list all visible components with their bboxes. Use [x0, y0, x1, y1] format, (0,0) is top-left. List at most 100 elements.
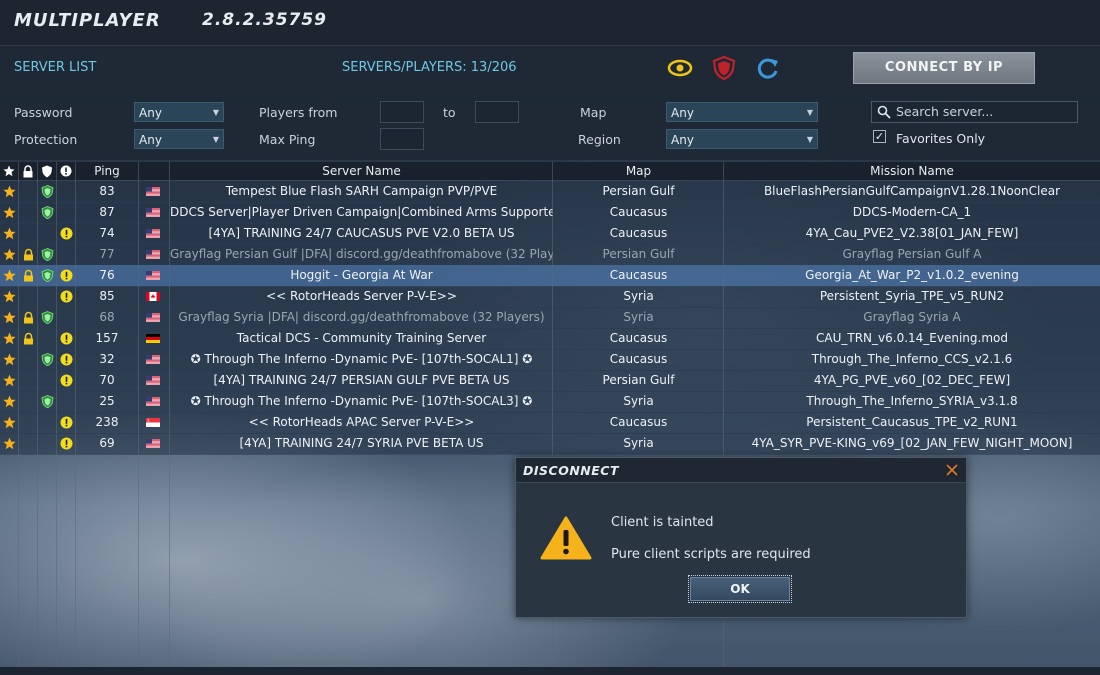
table-row-selected[interactable]: 76 Hoggit - Georgia At War Caucasus Georgia…: [0, 265, 1100, 287]
search-input[interactable]: Search server...: [871, 101, 1078, 123]
cell-mission: 4YA_PG_PVE_v60_[02_DEC_FEW]: [813, 373, 1011, 387]
favorites-only-checkbox[interactable]: ✓: [873, 130, 886, 143]
column-header-mission-name[interactable]: Mission Name: [724, 162, 1100, 180]
map-label: Map: [580, 105, 607, 120]
cell-ping: 77: [99, 247, 115, 261]
max-ping-input[interactable]: [380, 128, 424, 150]
favorite-star-icon[interactable]: [3, 185, 16, 198]
table-row[interactable]: 32 ✪ Through The Inferno -Dynamic PvE- [1…: [0, 349, 1100, 371]
flag-ca-icon: [146, 292, 160, 301]
bottom-bar: [0, 667, 1100, 675]
cell-name: << RotorHeads Server P-V-E>>: [266, 289, 457, 303]
cell-ping: 87: [99, 205, 115, 219]
column-divider: [37, 162, 38, 667]
column-divider: [18, 162, 19, 667]
cell-map: Syria: [623, 289, 654, 303]
app-title: MULTIPLAYER: [14, 10, 161, 31]
favorite-star-icon[interactable]: [3, 374, 16, 387]
eye-icon[interactable]: [667, 56, 693, 80]
star-icon[interactable]: [3, 165, 15, 177]
cell-name: ✪ Through The Inferno -Dynamic PvE- [107…: [190, 394, 533, 408]
search-icon: [877, 105, 891, 119]
shield-icon: [41, 395, 54, 408]
cell-map: Syria: [623, 310, 654, 324]
shield-icon: [41, 269, 54, 282]
shield-icon[interactable]: [41, 165, 53, 178]
cell-ping: 85: [99, 289, 115, 303]
players-from-input[interactable]: [380, 101, 424, 123]
favorite-star-icon[interactable]: [3, 416, 16, 429]
cell-map: Caucasus: [609, 331, 668, 345]
table-row[interactable]: 74 [4YA] TRAINING 24/7 CAUCASUS PVE V2.0 …: [0, 223, 1100, 245]
cell-mission: 4YA_Cau_PVE2_V2.38[01_JAN_FEW]: [805, 226, 1019, 240]
warning-icon: [60, 374, 73, 387]
dialog-message-line2: Pure client scripts are required: [611, 547, 811, 562]
favorite-star-icon[interactable]: [3, 353, 16, 366]
map-select[interactable]: Any ▼: [666, 102, 818, 122]
table-row[interactable]: 87 DDCS Server|Player Driven Campaign|Com…: [0, 202, 1100, 224]
password-select[interactable]: Any ▼: [134, 102, 224, 122]
region-select[interactable]: Any ▼: [666, 129, 818, 149]
table-row[interactable]: 70 [4YA] TRAINING 24/7 PERSIAN GULF PVE B…: [0, 370, 1100, 392]
players-to-input[interactable]: [475, 101, 519, 123]
table-row[interactable]: 83 Tempest Blue Flash SARH Campaign PVP/P…: [0, 181, 1100, 203]
table-row[interactable]: 77 Grayflag Persian Gulf |DFA| discord.gg…: [0, 244, 1100, 266]
dialog-title-bar: DISCONNECT: [516, 458, 966, 483]
cell-map: Persian Gulf: [602, 247, 675, 261]
close-icon[interactable]: [942, 460, 962, 480]
dropdown-arrow-icon: ▼: [212, 108, 219, 117]
dialog-title: DISCONNECT: [523, 463, 619, 478]
max-ping-label: Max Ping: [259, 132, 316, 147]
cell-mission: Through_The_Inferno_CCS_v2.1.6: [811, 352, 1013, 366]
cell-map: Syria: [623, 436, 654, 450]
ok-button[interactable]: OK: [688, 575, 792, 603]
cell-ping: 69: [99, 436, 115, 450]
cell-mission: Through_The_Inferno_SYRIA_v3.1.8: [806, 394, 1018, 408]
cell-name: << RotorHeads APAC Server P-V-E>>: [248, 415, 475, 429]
flag-us-icon: [146, 355, 160, 364]
favorite-star-icon[interactable]: [3, 332, 16, 345]
lock-icon[interactable]: [22, 165, 34, 178]
table-row[interactable]: 238 << RotorHeads APAC Server P-V-E>> Cauc…: [0, 412, 1100, 434]
table-row[interactable]: 25 ✪ Through The Inferno -Dynamic PvE- [1…: [0, 391, 1100, 413]
cell-name: Tactical DCS - Community Training Server: [236, 331, 487, 345]
table-row[interactable]: 85 << RotorHeads Server P-V-E>> Syria Persi…: [0, 286, 1100, 308]
password-label: Password: [14, 105, 73, 120]
cell-ping: 157: [95, 331, 119, 345]
cell-mission: BlueFlashPersianGulfCampaignV1.28.1NoonC…: [763, 184, 1061, 198]
column-header-map[interactable]: Map: [553, 162, 724, 180]
cell-name: [4YA] TRAINING 24/7 CAUCASUS PVE V2.0 BE…: [208, 226, 515, 240]
flag-de-icon: [146, 334, 160, 343]
favorite-star-icon[interactable]: [3, 269, 16, 282]
favorite-star-icon[interactable]: [3, 206, 16, 219]
protection-select[interactable]: Any ▼: [134, 129, 224, 149]
column-header-ping[interactable]: Ping: [76, 162, 138, 180]
favorite-star-icon[interactable]: [3, 311, 16, 324]
warning-icon[interactable]: [60, 165, 72, 177]
favorite-star-icon[interactable]: [3, 248, 16, 261]
protection-label: Protection: [14, 132, 78, 147]
title-bar: MULTIPLAYER 2.8.2.35759: [0, 0, 1100, 46]
shield-icon: [41, 248, 54, 261]
filter-panel: Password Any ▼ Protection Any ▼ Players fr…: [0, 90, 1100, 160]
warning-icon: [540, 516, 592, 560]
cell-name: [4YA] TRAINING 24/7 PERSIAN GULF PVE BET…: [213, 373, 510, 387]
warning-icon: [60, 290, 73, 303]
column-header-server-name[interactable]: Server Name: [170, 162, 553, 180]
connect-by-ip-button[interactable]: CONNECT BY IP: [853, 52, 1035, 84]
favorite-star-icon[interactable]: [3, 437, 16, 450]
warning-icon: [60, 227, 73, 240]
table-row[interactable]: 69 [4YA] TRAINING 24/7 SYRIA PVE BETA US S…: [0, 433, 1100, 455]
table-row[interactable]: 157 Tactical DCS - Community Training Ser…: [0, 328, 1100, 350]
favorite-star-icon[interactable]: [3, 227, 16, 240]
dropdown-arrow-icon: ▼: [806, 108, 813, 117]
table-row[interactable]: 68 Grayflag Syria |DFA| discord.gg/deathf…: [0, 307, 1100, 329]
refresh-icon[interactable]: [755, 56, 781, 80]
favorite-star-icon[interactable]: [3, 395, 16, 408]
flag-us-icon: [146, 439, 160, 448]
shield-icon[interactable]: [711, 56, 737, 80]
password-select-value: Any: [139, 106, 162, 120]
lock-icon: [24, 332, 33, 345]
cell-ping: 83: [99, 184, 115, 198]
favorite-star-icon[interactable]: [3, 290, 16, 303]
